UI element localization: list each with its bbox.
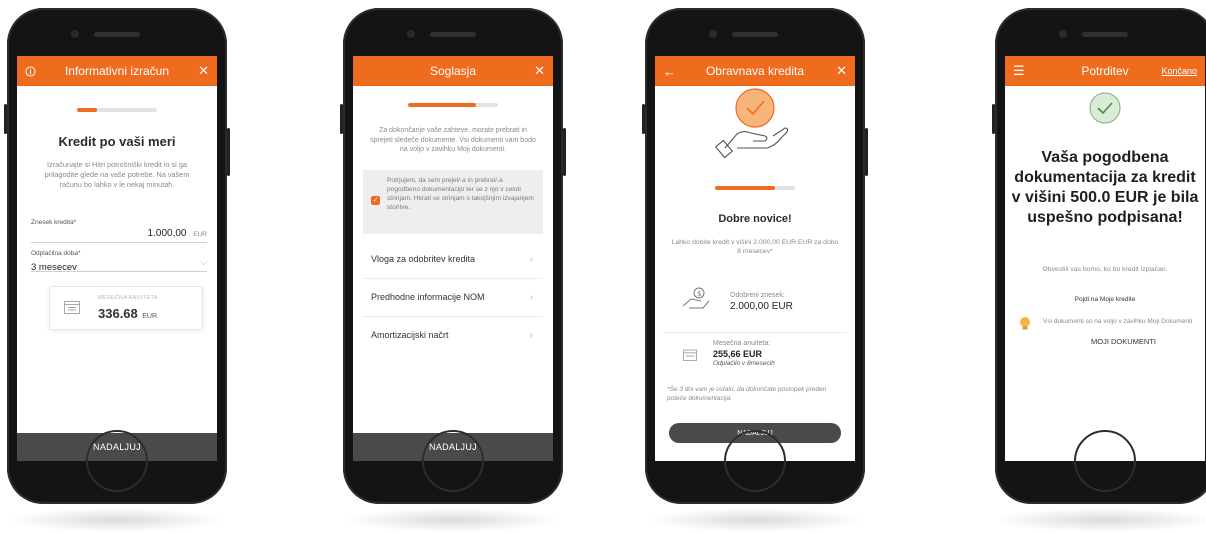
confirmation-heading: Vaša pogodbena dokumentacija za kredit v…: [1011, 149, 1199, 226]
speaker-grille: [94, 32, 140, 37]
amount-value: 1.000,00: [147, 228, 187, 239]
svg-text:$: $: [697, 290, 701, 298]
annuity-value: 336.68: [98, 306, 138, 321]
home-button: [86, 430, 148, 492]
screen-informative-calculation: Informativni izračun ✕ Kredit po vaši me…: [17, 56, 217, 461]
document-label: Predhodne informacije NOM: [371, 292, 485, 302]
app-bar-title: Informativni izračun: [64, 64, 170, 78]
app-bar-title: Potrditev: [1081, 64, 1129, 78]
page-description: Lahko dobite kredit v višini 2.000,00 EU…: [671, 239, 839, 255]
annuity-amount: 336.68 EUR: [98, 305, 157, 323]
my-loans-link[interactable]: Pojdi na Moje kredite: [1005, 296, 1205, 303]
front-camera: [407, 30, 415, 38]
annuity-label: Mesečna anuiteta:: [713, 340, 771, 347]
amount-currency: EUR: [193, 231, 207, 238]
app-bar-title: Soglasja: [429, 64, 477, 78]
approval-illustration: [714, 86, 795, 162]
document-label: Amortizacijski načrt: [371, 330, 449, 340]
documents-hint: Vsi dokumenti so na voljo v zavihku Moji…: [1043, 318, 1193, 325]
phone-shadow: [7, 508, 227, 532]
amount-input[interactable]: 1.000,00 EUR: [148, 228, 207, 239]
money-hand-icon: $: [681, 286, 711, 315]
front-camera: [1059, 30, 1067, 38]
app-bar: Informativni izračun ✕: [17, 56, 217, 86]
page-description: Izračunajte si Hitri potrošniški kredit …: [44, 160, 190, 189]
my-documents-link[interactable]: MOJI DOKUMENTI: [1091, 337, 1156, 346]
term-select[interactable]: 3 mesecev ⌵: [31, 257, 207, 273]
payout-notice: Obvestili vas bomo, ko bo kredit izplača…: [1042, 266, 1168, 273]
app-bar: ☰ Potrditev Končano: [1005, 56, 1205, 86]
document-row[interactable]: Predhodne informacije NOM ›: [363, 278, 543, 317]
info-icon[interactable]: [25, 56, 36, 86]
home-button: [1074, 430, 1136, 492]
speaker-grille: [732, 32, 778, 37]
screen-confirmation: ☰ Potrditev Končano Vaša pogodbena dokum…: [1005, 56, 1205, 461]
phone-shadow: [645, 508, 865, 532]
chevron-right-icon: ›: [529, 329, 533, 341]
step-progress-fill: [77, 108, 97, 112]
close-icon[interactable]: ✕: [198, 56, 209, 86]
document-row[interactable]: Vloga za odobritev kredita ›: [363, 240, 543, 279]
page-description: Za dokončanje vaše zahteve, morate prebr…: [370, 127, 536, 153]
phone-frame-3: ← Obravnava kredita ✕ Dobre novice! Lahk…: [642, 8, 868, 504]
annuity-card: MESEČNA ANUITETA 336.68 EUR: [49, 286, 203, 330]
calendar-icon: [683, 348, 697, 366]
annuity-label: MESEČNA ANUITETA: [98, 295, 158, 301]
term-label: Odplačilna doba*: [31, 250, 81, 257]
consent-box[interactable]: ✓ Potrjujem, da sem prejel/-a in prebral…: [363, 170, 543, 234]
annuity-currency: EUR: [142, 313, 157, 320]
document-label: Vloga za odobritev kredita: [371, 254, 476, 264]
app-bar: ← Obravnava kredita ✕: [655, 56, 855, 86]
speaker-grille: [430, 32, 476, 37]
chevron-right-icon: ›: [529, 253, 533, 265]
step-progress: [715, 186, 795, 190]
annuity-value: 255,66 EUR: [713, 349, 763, 359]
deadline-footnote: *Še 3 dni vam je ostalo, da dokončate po…: [667, 386, 827, 402]
front-camera: [709, 30, 717, 38]
page-heading: Kredit po vaši meri: [58, 134, 176, 149]
phone-shadow: [995, 508, 1206, 532]
screen-consents: Soglasja ✕ Za dokončanje vaše zahteve, m…: [353, 56, 553, 461]
calendar-icon: [64, 300, 80, 319]
success-checkmark-icon: [1089, 92, 1121, 129]
chevron-down-icon: ⌵: [200, 257, 207, 267]
amount-underline: [31, 242, 207, 243]
screen-loan-processing: ← Obravnava kredita ✕ Dobre novice! Lahk…: [655, 56, 855, 461]
consent-text: Potrjujem, da sem prejel/-a in prebral/-…: [387, 177, 534, 211]
chevron-right-icon: ›: [529, 291, 533, 303]
page-heading: Dobre novice!: [718, 213, 792, 225]
approved-label: Odobreni znesek:: [730, 292, 785, 299]
step-progress-fill: [715, 186, 775, 190]
step-progress: [408, 103, 498, 107]
back-arrow-icon[interactable]: ←: [663, 56, 676, 86]
consent-checkbox[interactable]: ✓: [371, 196, 380, 205]
divider: [663, 332, 847, 333]
step-progress-fill: [408, 103, 476, 107]
home-button: [422, 430, 484, 492]
amount-label: Znesek kredita*: [31, 219, 77, 226]
home-button: [724, 430, 786, 492]
phone-frame-1: Informativni izračun ✕ Kredit po vaši me…: [4, 8, 230, 504]
step-progress: [77, 108, 157, 112]
menu-icon[interactable]: ☰: [1013, 56, 1025, 86]
phone-shadow: [343, 508, 563, 532]
done-link[interactable]: Končano: [1161, 56, 1197, 86]
phone-frame-2: Soglasja ✕ Za dokončanje vaše zahteve, m…: [340, 8, 566, 504]
front-camera: [71, 30, 79, 38]
term-underline: [31, 271, 207, 272]
document-row[interactable]: Amortizacijski načrt ›: [363, 316, 543, 354]
app-bar: Soglasja ✕: [353, 56, 553, 86]
phone-frame-4: ☰ Potrditev Končano Vaša pogodbena dokum…: [992, 8, 1206, 504]
approved-value: 2.000,00 EUR: [730, 301, 793, 312]
speaker-grille: [1082, 32, 1128, 37]
annuity-note: Odplačilo v 8mesecih: [713, 360, 775, 367]
close-icon[interactable]: ✕: [534, 56, 545, 86]
close-icon[interactable]: ✕: [836, 56, 847, 86]
lightbulb-icon: [1019, 316, 1031, 337]
app-bar-title: Obravnava kredita: [705, 64, 805, 78]
